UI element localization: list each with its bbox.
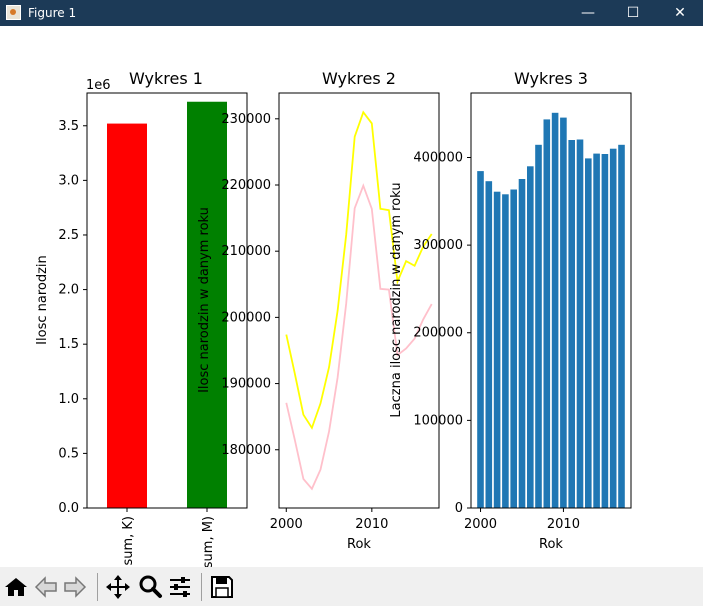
chart3-bar [535, 144, 542, 509]
chart3-bar [527, 166, 534, 509]
toolbar-separator [201, 573, 202, 601]
chart1-ytick-label: 0.5 [58, 446, 79, 461]
chart2-xtick-label: 2000 [270, 517, 303, 532]
chart3-bar [585, 158, 592, 508]
floppy-disk-icon[interactable] [208, 573, 236, 601]
chart2-ytick-label: 230000 [221, 112, 271, 127]
close-button[interactable]: ✕ [657, 0, 703, 26]
maximize-button[interactable]: ☐ [610, 0, 656, 26]
chart3-bar [551, 112, 559, 509]
chart1-ytick-label: 1.0 [58, 392, 79, 407]
sliders-icon[interactable] [166, 573, 194, 601]
arrow-right-icon[interactable] [61, 573, 89, 601]
chart3-ytick-label: 300000 [413, 238, 463, 253]
chart2-series-line-1 [285, 110, 433, 430]
chart1-ytick-label: 3.0 [58, 173, 79, 188]
magnifier-icon[interactable] [136, 573, 164, 601]
chart1-ytick-label: 2.5 [58, 228, 79, 243]
toolbar-separator [97, 573, 98, 601]
axes-1: Wykres 1 1e6 Ilosc narodzin 0.0 0.5 1.0 1.5… [35, 69, 248, 567]
chart2-ytick-label: 220000 [221, 178, 271, 193]
chart1-xtick-label: sum, M) [201, 516, 216, 567]
chart3-bar [560, 117, 567, 508]
chart3-bar [543, 119, 551, 509]
chart1-title: Wykres 1 [129, 69, 203, 88]
chart1-ytick-label: 0.0 [58, 501, 79, 516]
chart3-bar [576, 139, 584, 508]
chart3-bar [493, 191, 501, 508]
chart3-ytick-label: 0 [455, 501, 463, 516]
minimize-button[interactable]: — [565, 0, 611, 26]
chart3-bar [609, 148, 617, 508]
chart1-ytick-label: 3.5 [58, 119, 79, 134]
chart2-ytick-label: 200000 [221, 310, 271, 325]
chart1-offset-label: 1e6 [86, 78, 111, 93]
chart1-ytick-label: 1.5 [58, 337, 79, 352]
chart3-xtick-label: 2000 [464, 517, 497, 532]
figure-canvas[interactable]: Wykres 1 1e6 Ilosc narodzin 0.0 0.5 1.0 1.5… [0, 26, 703, 567]
chart3-bar [510, 189, 517, 508]
chart3-title: Wykres 3 [514, 69, 588, 88]
chart2-title: Wykres 2 [322, 69, 396, 88]
chart1-ylabel: Ilosc narodzin [35, 255, 50, 345]
chart2-ytick-label: 190000 [221, 377, 271, 392]
chart2-series-line-2 [285, 183, 433, 491]
move-icon[interactable] [104, 573, 132, 601]
chart3-ytick-label: 400000 [413, 150, 463, 165]
matplotlib-app-icon [6, 5, 21, 20]
chart3-bar [568, 140, 575, 508]
chart3-bar [618, 144, 625, 509]
window-title: Figure 1 [28, 6, 77, 20]
navigation-toolbar [0, 567, 703, 606]
chart3-ytick-label: 100000 [413, 413, 463, 428]
chart3-bar [485, 181, 493, 508]
chart3-bar [601, 154, 609, 508]
chart3-bar [477, 171, 484, 508]
chart2-ylabel: Ilosc narodzin w danym roku [197, 207, 212, 393]
chart2-xtick-label: 2010 [355, 517, 388, 532]
chart2-ytick-label: 210000 [221, 244, 271, 259]
chart1-bar [107, 123, 147, 508]
chart2-ytick-label: 180000 [221, 443, 271, 458]
chart1-xtick-label: sum, K) [121, 516, 136, 566]
chart1-ytick-label: 2.0 [58, 283, 79, 298]
chart3-xlabel: Rok [539, 537, 563, 552]
window-titlebar: Figure 1 — ☐ ✕ [0, 0, 703, 26]
chart3-ytick-label: 200000 [413, 326, 463, 341]
home-icon[interactable] [2, 573, 30, 601]
chart3-bar [518, 179, 526, 508]
chart2-xlabel: Rok [347, 537, 371, 552]
axes-3: Wykres 3 Laczna ilosc narodzin w danym r… [389, 69, 632, 552]
chart3-xtick-label: 2010 [547, 517, 580, 532]
chart3-ylabel: Laczna ilosc narodzin w danym roku [389, 182, 404, 417]
chart3-bar [502, 194, 509, 509]
chart3-bar [593, 153, 600, 508]
arrow-left-icon[interactable] [32, 573, 60, 601]
